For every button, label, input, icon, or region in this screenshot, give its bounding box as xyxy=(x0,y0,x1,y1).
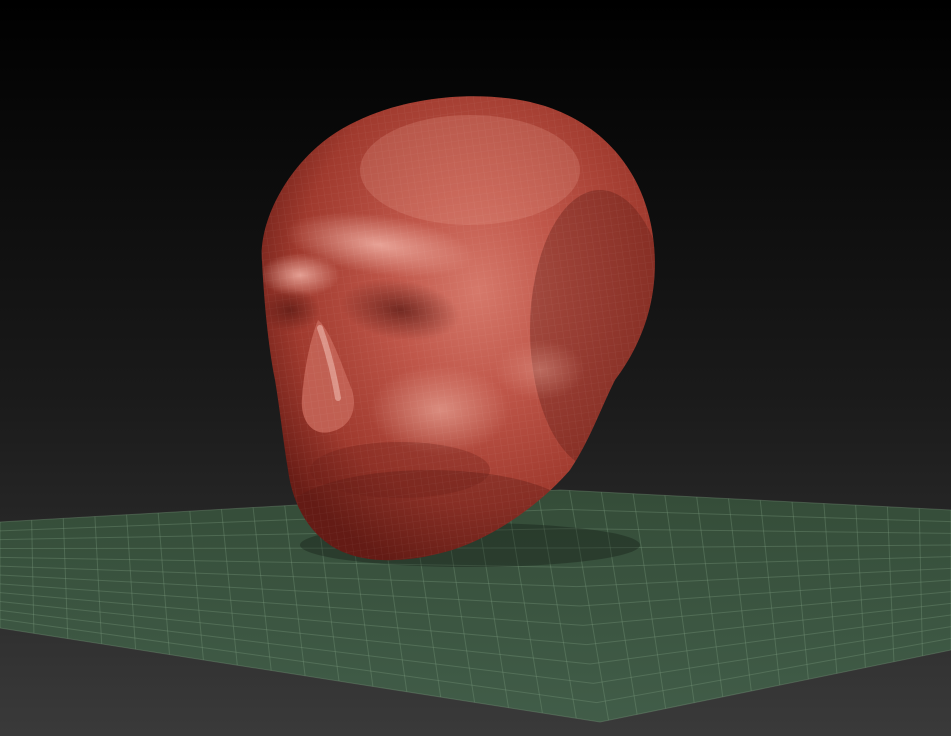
viewport-canvas[interactable] xyxy=(0,0,951,736)
3d-viewport[interactable] xyxy=(0,0,951,736)
